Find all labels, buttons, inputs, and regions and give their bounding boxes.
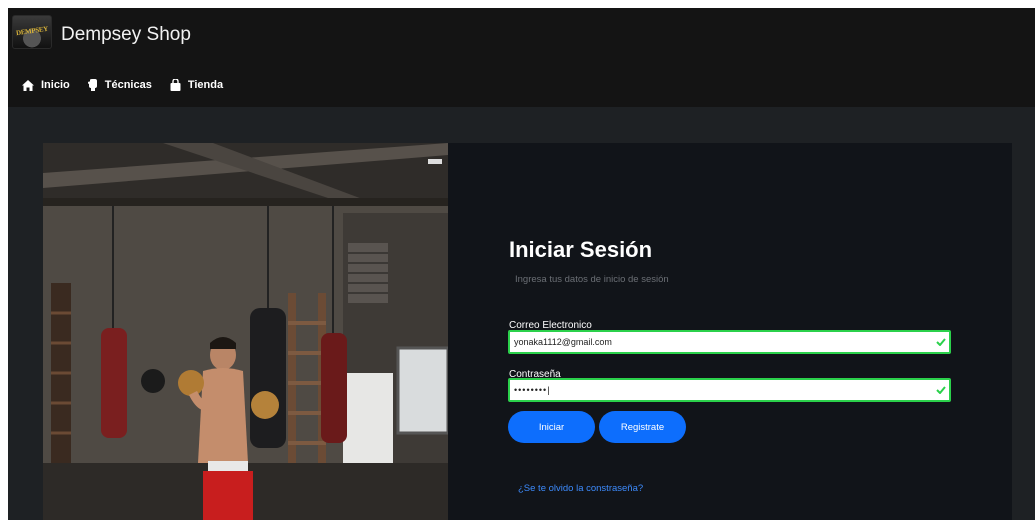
login-subtitle: Ingresa tus datos de inicio de sesión (515, 274, 669, 285)
login-button[interactable]: Iniciar (508, 411, 595, 443)
logo-text: DEMPSEY (15, 24, 49, 38)
password-input[interactable] (508, 378, 951, 402)
nav-item-inicio[interactable]: Inicio (22, 79, 70, 91)
login-title: Iniciar Sesión (509, 237, 653, 262)
register-button[interactable]: Registrate (599, 411, 686, 443)
nav-label-tienda: Tienda (187, 79, 224, 91)
gym-illustration (43, 143, 448, 520)
nav-label-inicio: Inicio (41, 79, 70, 91)
boxing-gym-photo (43, 143, 448, 520)
forgot-password-link[interactable]: ¿Se te olvido la constraseña? (518, 483, 643, 494)
email-input[interactable] (508, 330, 951, 354)
password-valid-check-icon (936, 386, 946, 394)
login-panel: Iniciar Sesión Ingresa tus datos de inic… (448, 143, 1012, 520)
site-header: DEMPSEY Dempsey Shop Inicio Técnicas Tie… (8, 8, 1035, 107)
email-valid-check-icon (936, 338, 946, 346)
nav-item-tienda[interactable]: Tienda (170, 79, 223, 91)
main-nav: Inicio Técnicas Tienda (22, 77, 241, 93)
dempsey-logo[interactable]: DEMPSEY (12, 15, 52, 49)
nav-item-tecnicas[interactable]: Técnicas (87, 79, 152, 91)
shopping-bag-icon (170, 79, 181, 91)
home-icon (22, 79, 34, 91)
brand-title[interactable]: Dempsey Shop (61, 24, 191, 46)
glove-icon (87, 79, 97, 91)
nav-label-tecnicas: Técnicas (104, 79, 152, 91)
page: DEMPSEY Dempsey Shop Inicio Técnicas Tie… (8, 8, 1035, 520)
